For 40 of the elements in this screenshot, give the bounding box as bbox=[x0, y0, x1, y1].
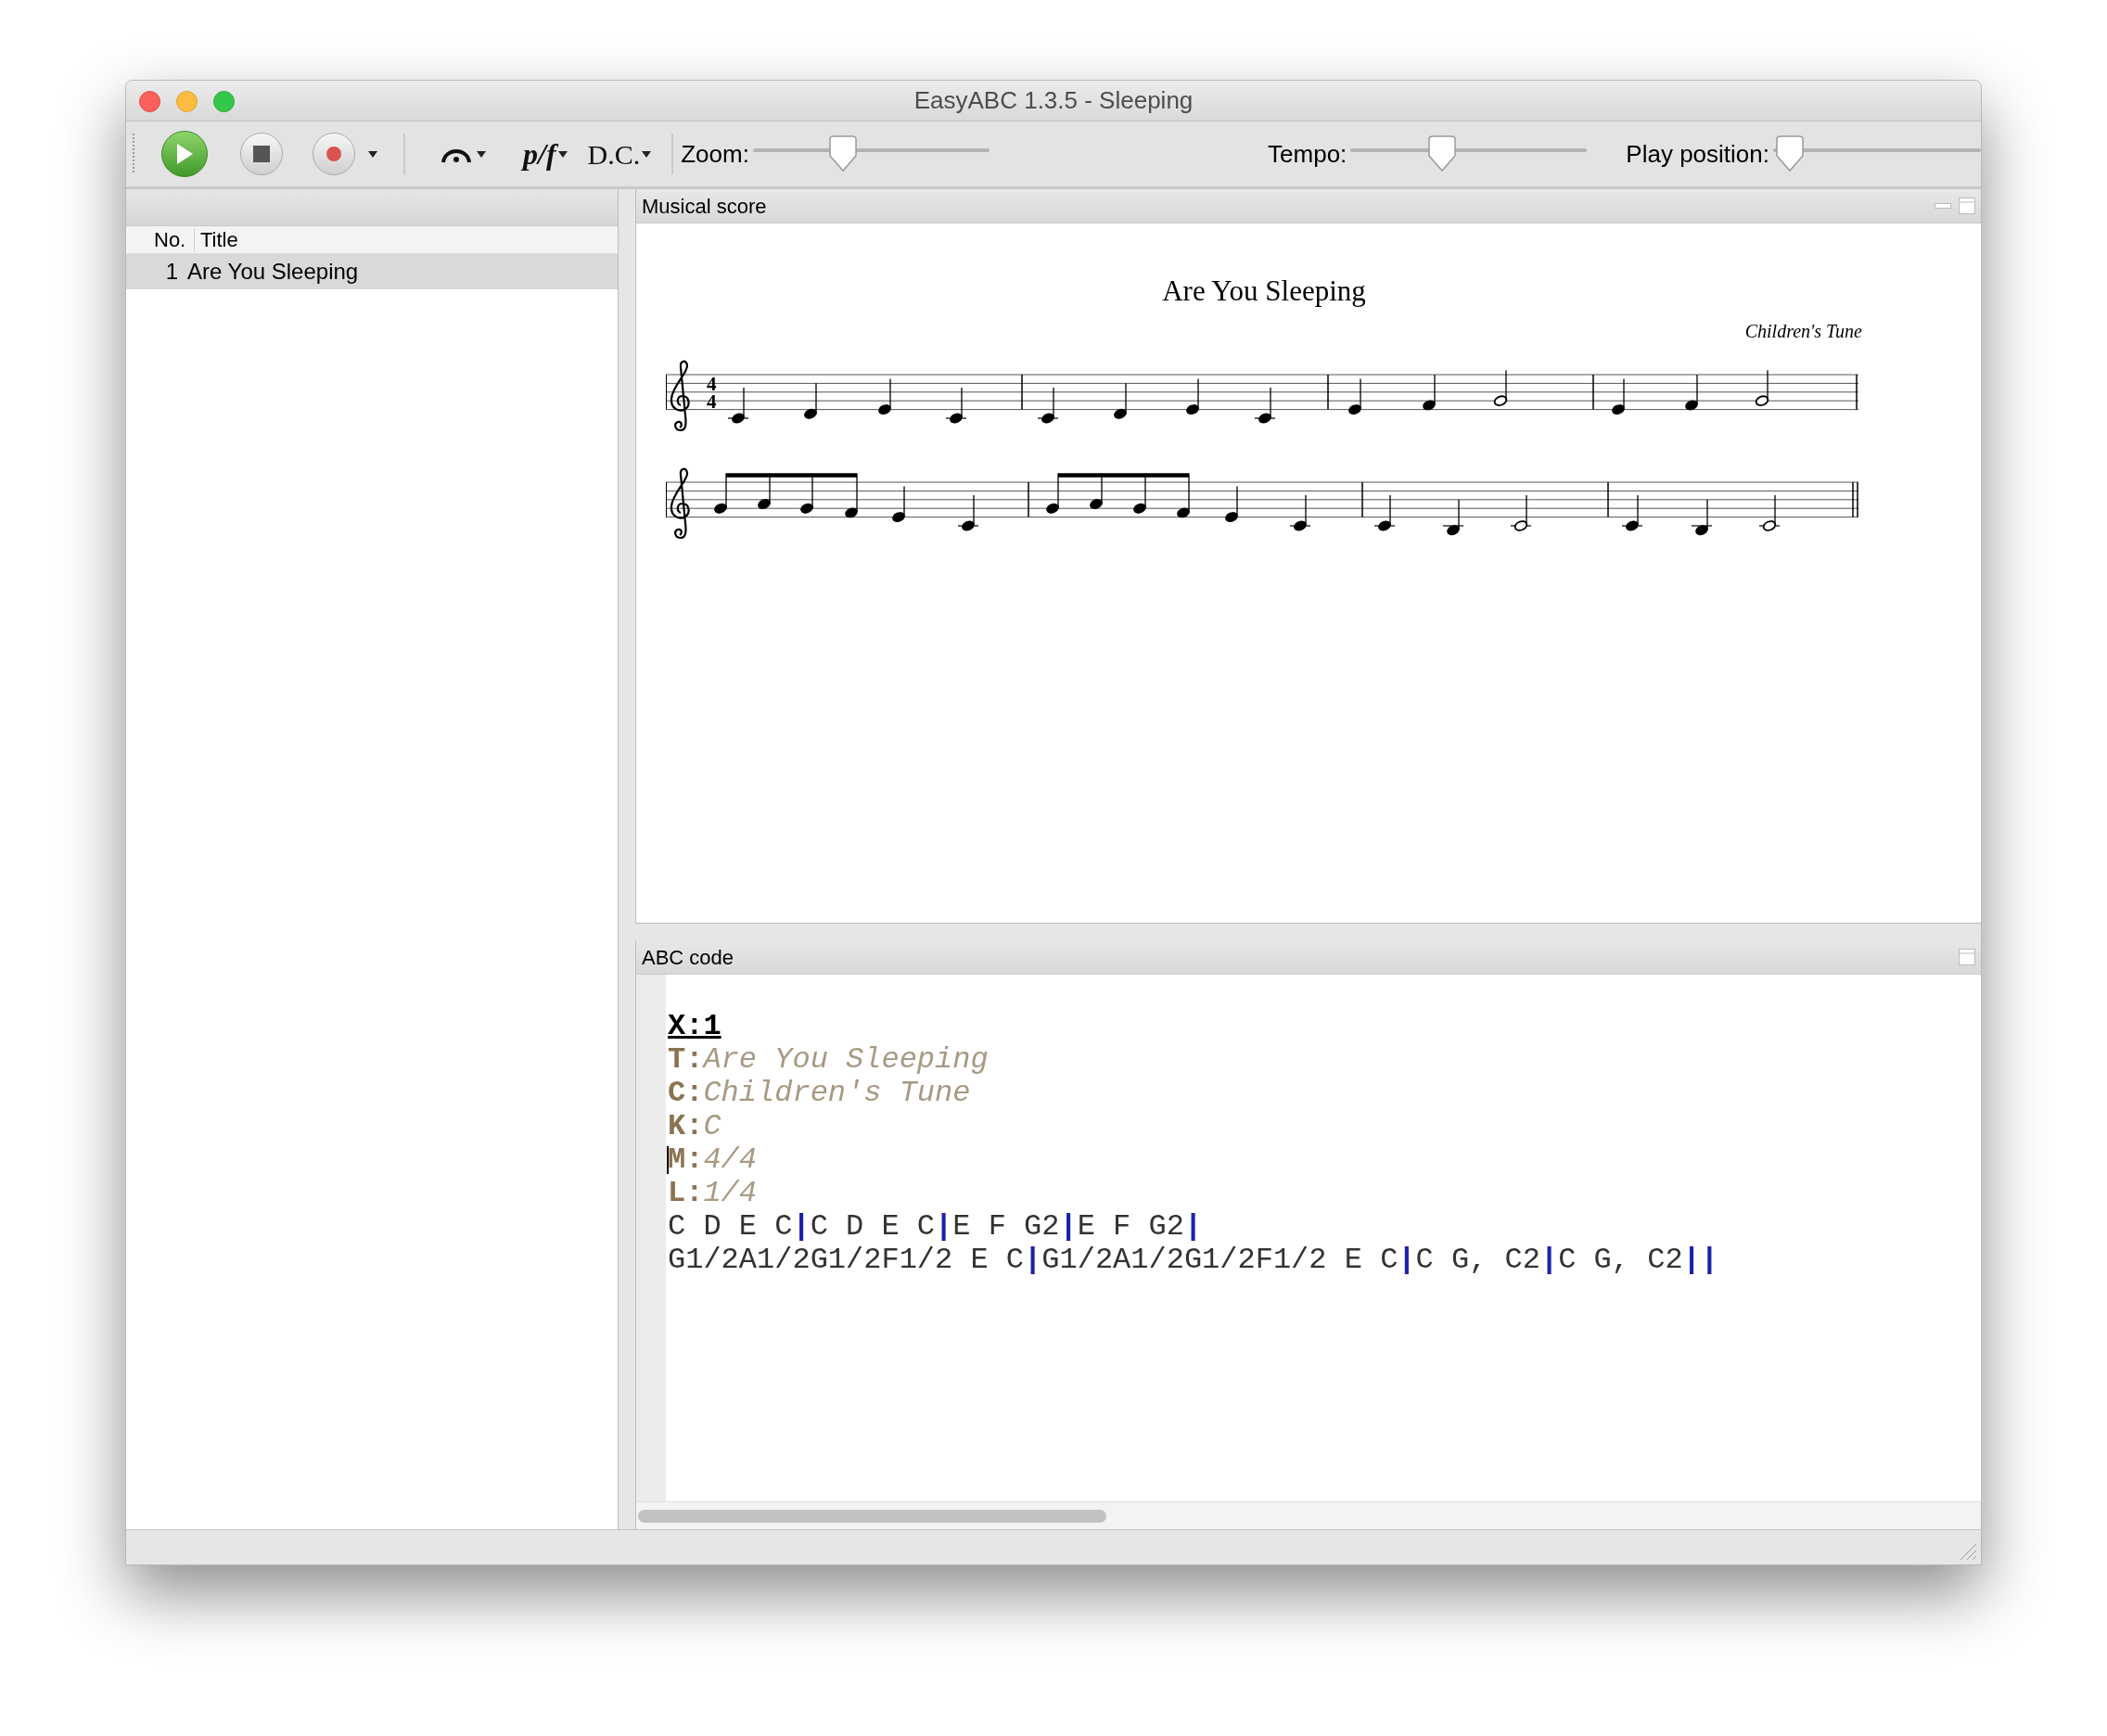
caret-icon bbox=[642, 150, 652, 158]
slider-track[interactable] bbox=[752, 135, 990, 172]
tune-title: Are You Sleeping bbox=[187, 258, 359, 286]
caret-icon bbox=[368, 150, 377, 158]
slider-label: Zoom: bbox=[681, 138, 749, 170]
slider-label: Play position: bbox=[1626, 138, 1769, 170]
time-signature-numeral: 4 bbox=[707, 389, 717, 413]
slider-label: Tempo: bbox=[1268, 138, 1347, 170]
row-number: 1 bbox=[164, 258, 179, 286]
slider-thumb[interactable] bbox=[1773, 135, 1807, 172]
panel-title: Musical score bbox=[642, 193, 767, 220]
window-minimize-button[interactable] bbox=[176, 91, 198, 112]
window-zoom-button[interactable] bbox=[213, 91, 235, 112]
record-icon bbox=[326, 146, 342, 162]
slider-track[interactable] bbox=[1350, 135, 1588, 172]
score-title: Are You Sleeping bbox=[1162, 274, 1366, 309]
minimize-icon[interactable] bbox=[1935, 203, 1951, 209]
maximize-icon[interactable] bbox=[1959, 949, 1975, 965]
record-button[interactable] bbox=[313, 133, 355, 175]
play-icon bbox=[174, 142, 195, 166]
column-header[interactable]: No. bbox=[126, 228, 195, 251]
score-composer: Children's Tune bbox=[1744, 319, 1862, 343]
stop-button[interactable] bbox=[240, 133, 283, 175]
stop-icon bbox=[252, 145, 271, 163]
maximize-icon[interactable] bbox=[1959, 198, 1975, 214]
column-header[interactable]: Title bbox=[195, 228, 238, 251]
slider-track[interactable] bbox=[1773, 135, 1981, 172]
window-title: EasyABC 1.3.5 - Sleeping bbox=[913, 85, 1194, 116]
toolbar-grip-icon bbox=[132, 134, 135, 174]
tune-list-row[interactable]: 1 Are You Sleeping bbox=[126, 254, 618, 289]
horizontal-scrollbar[interactable] bbox=[636, 1501, 1981, 1529]
scrollbar-thumb[interactable] bbox=[638, 1509, 1106, 1523]
resize-grip-icon[interactable] bbox=[1959, 1542, 1977, 1561]
panel-title: ABC code bbox=[642, 944, 734, 971]
caret-icon bbox=[557, 150, 568, 158]
play-button[interactable] bbox=[161, 131, 208, 177]
code-editor[interactable]: X:1 T:Are You Sleeping C:Children's Tune K:C M:4/4 L:1/4 C D E C|C D E C|E F G2|E F G2| G1/2A1/2G1/2F1/2 E C|G1/2A1/2G1/2F1/2 E C|C G, C2|C G, C2|| bbox=[666, 975, 1981, 1501]
caret-icon bbox=[477, 150, 486, 158]
window-close-button[interactable] bbox=[139, 91, 160, 112]
repeat-button[interactable]: D.C. bbox=[587, 135, 652, 172]
